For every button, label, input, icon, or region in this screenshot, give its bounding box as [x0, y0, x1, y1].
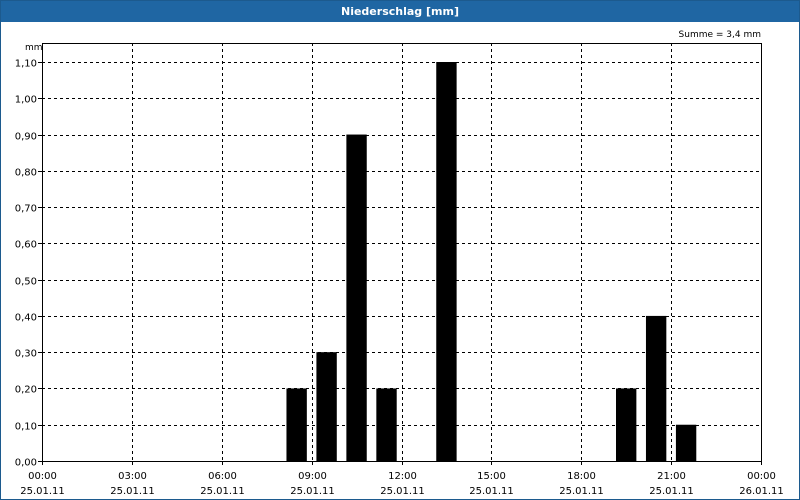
- y-tick-label: 0,00: [15, 458, 37, 469]
- y-tick-label: 0,80: [15, 168, 37, 179]
- x-tick-time: 18:00: [567, 471, 596, 482]
- y-tick-label: 1,10: [15, 59, 37, 70]
- precipitation-chart: mm Summe = 3,4 mm 0,000,100,200,300,400,…: [15, 30, 784, 497]
- x-tick-time: 06:00: [208, 471, 237, 482]
- x-tick-time: 00:00: [747, 471, 776, 482]
- precipitation-bar: [346, 134, 367, 461]
- x-tick-date: 25.01.11: [380, 486, 425, 497]
- y-tick-label: 0,40: [15, 313, 37, 324]
- x-tick-time: 00:00: [28, 471, 57, 482]
- x-tick-date: 25.01.11: [649, 486, 694, 497]
- y-tick-label: 0,60: [15, 240, 37, 251]
- y-tick-label: 1,00: [15, 95, 37, 106]
- y-tick-label: 0,10: [15, 422, 37, 433]
- x-tick-date: 25.01.11: [200, 486, 245, 497]
- precipitation-bar: [645, 315, 667, 461]
- y-tick-label: 0,70: [15, 204, 37, 215]
- x-tick-time: 03:00: [118, 471, 147, 482]
- y-tick-label: 0,30: [15, 349, 37, 360]
- x-tick-time: 12:00: [388, 471, 417, 482]
- y-tick-label: 0,90: [15, 132, 37, 143]
- x-tick-date: 25.01.11: [559, 486, 604, 497]
- precipitation-bar: [316, 352, 337, 461]
- x-tick-date: 25.01.11: [469, 486, 514, 497]
- y-tick-label: 0,50: [15, 277, 37, 288]
- x-tick-time: 15:00: [477, 471, 506, 482]
- y-ticks: 0,00 0,10 0,20 0,30 0,40 0,50 0,60 0,70 0,80 0,90…: [15, 59, 42, 469]
- precipitation-bar: [616, 388, 637, 461]
- x-tick-date: 26.01.11: [739, 486, 784, 497]
- precipitation-bar: [376, 388, 397, 461]
- x-tick-time: 09:00: [298, 471, 327, 482]
- x-tick-date: 25.01.11: [290, 486, 335, 497]
- y-axis-label: mm: [25, 43, 43, 53]
- chart-window: Niederschlag [mm] mm Summe = 3,4 mm 0,00…: [0, 0, 800, 500]
- precipitation-bar: [436, 62, 457, 461]
- precipitation-bar: [675, 424, 697, 461]
- precipitation-bar: [286, 388, 307, 461]
- sum-annotation: Summe = 3,4 mm: [679, 30, 761, 40]
- y-tick-label: 0,20: [15, 385, 37, 396]
- x-ticks: 00:00 25.01.11 03:00 25.01.11 06:00 25.01.11 0…: [20, 461, 784, 497]
- x-tick-date: 25.01.11: [20, 486, 65, 497]
- x-tick-time: 21:00: [657, 471, 686, 482]
- x-tick-date: 25.01.11: [110, 486, 155, 497]
